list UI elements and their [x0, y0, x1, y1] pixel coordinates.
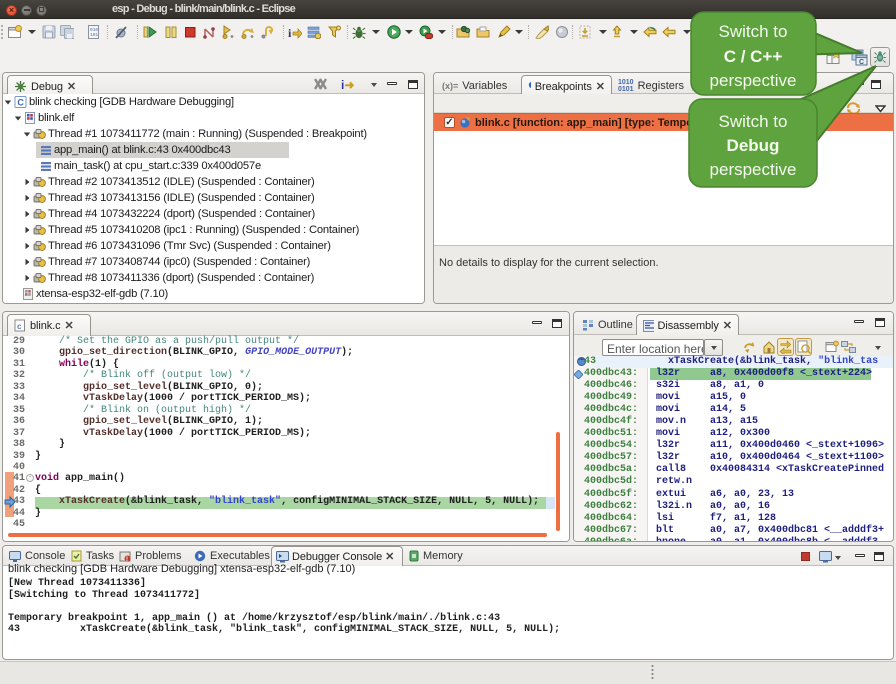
svg-text:C: C	[17, 98, 24, 108]
svg-text:101: 101	[90, 32, 98, 38]
svg-text:C: C	[859, 59, 864, 66]
svg-text:c: c	[17, 322, 22, 331]
svg-text:!: !	[126, 557, 128, 562]
svg-text:i: i	[288, 26, 292, 39]
